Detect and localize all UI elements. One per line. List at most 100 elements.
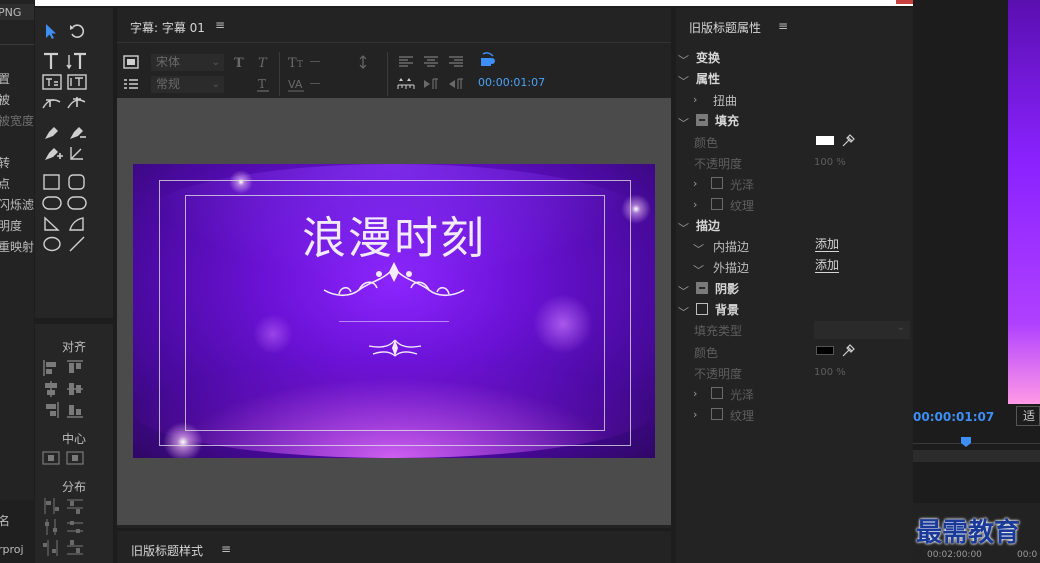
- chevron-down-icon[interactable]: ﹀: [678, 283, 689, 299]
- fit-select[interactable]: 适: [1016, 406, 1040, 426]
- distort-item[interactable]: 扭曲: [713, 92, 737, 109]
- pen-tool-icon[interactable]: [40, 123, 64, 141]
- background-section[interactable]: 背景: [715, 301, 739, 318]
- vertical-path-type-tool-icon[interactable]: [65, 94, 89, 112]
- playhead-marker[interactable]: [961, 437, 971, 447]
- fill-type-select[interactable]: ⌄: [814, 321, 910, 339]
- sheen-checkbox[interactable]: [711, 177, 723, 189]
- shadow-checkbox[interactable]: [696, 282, 708, 294]
- fill-section[interactable]: 填充: [715, 112, 739, 129]
- line-tool-icon[interactable]: [65, 235, 89, 253]
- outer-stroke-add-link[interactable]: 添加: [815, 259, 840, 273]
- bg-sheen-checkbox[interactable]: [711, 387, 723, 399]
- eyedropper-icon[interactable]: [841, 344, 855, 358]
- delete-anchor-tool-icon[interactable]: [65, 123, 89, 141]
- distribute-top-icon[interactable]: [66, 497, 84, 515]
- italic-icon[interactable]: T: [254, 54, 272, 71]
- chevron-down-icon[interactable]: ﹀: [693, 241, 704, 257]
- chevron-down-icon[interactable]: ﹀: [678, 220, 689, 236]
- fill-checkbox[interactable]: [696, 114, 708, 126]
- roll-crawl-options-icon[interactable]: [122, 76, 140, 92]
- ellipse-tool-icon[interactable]: [40, 235, 64, 253]
- clipped-corner-rectangle-tool-icon[interactable]: [40, 194, 64, 212]
- align-horizontal-center-icon[interactable]: [42, 380, 60, 398]
- distribute-left-icon[interactable]: [42, 497, 60, 515]
- fill-opacity-value[interactable]: 100 %: [814, 157, 846, 168]
- font-style-select[interactable]: 常规 ⌄: [151, 76, 224, 93]
- align-right-text-icon[interactable]: [447, 54, 465, 70]
- underline-icon[interactable]: T: [254, 76, 272, 92]
- eyedropper-icon[interactable]: [841, 134, 855, 148]
- properties-section[interactable]: 属性: [696, 70, 720, 87]
- inner-stroke-label[interactable]: 内描边: [713, 238, 749, 255]
- kerning-icon[interactable]: VA: [287, 76, 305, 92]
- chevron-right-icon[interactable]: ›: [693, 408, 697, 421]
- chevron-right-icon[interactable]: ›: [693, 198, 697, 211]
- distribute-right-icon[interactable]: [42, 539, 60, 557]
- wedge-tool-icon[interactable]: [40, 215, 64, 233]
- paragraph-left-icon[interactable]: [422, 76, 440, 92]
- strokes-section[interactable]: 描边: [696, 217, 720, 234]
- convert-anchor-tool-icon[interactable]: [65, 144, 89, 162]
- title-preview-stage[interactable]: 浪漫时刻: [133, 164, 655, 458]
- rounded-rectangle-tool-icon[interactable]: [65, 173, 89, 191]
- inner-stroke-add-link[interactable]: 添加: [815, 238, 840, 252]
- properties-panel-menu-icon[interactable]: ≡: [778, 19, 788, 33]
- arc-tool-icon[interactable]: [65, 215, 89, 233]
- chevron-down-icon[interactable]: ﹀: [693, 262, 704, 278]
- chevron-right-icon[interactable]: ›: [693, 177, 697, 190]
- background-checkbox[interactable]: [696, 303, 708, 315]
- area-type-tool-icon[interactable]: [40, 73, 64, 91]
- font-family-select[interactable]: 宋体 ⌄: [151, 54, 224, 71]
- align-vertical-center-icon[interactable]: [66, 380, 84, 398]
- rounded-corner-tool-icon[interactable]: [65, 194, 89, 212]
- selection-tool-icon[interactable]: [40, 22, 64, 40]
- bold-icon[interactable]: T: [231, 54, 249, 71]
- styles-panel-menu-icon[interactable]: ≡: [221, 542, 231, 556]
- chevron-right-icon[interactable]: ›: [693, 93, 697, 106]
- align-bottom-icon[interactable]: [66, 401, 84, 419]
- align-center-text-icon[interactable]: [422, 54, 440, 70]
- background-video-timecode[interactable]: 00:00:01:07: [478, 76, 545, 89]
- bg-opacity-value[interactable]: 100 %: [814, 367, 846, 378]
- title-tab-label[interactable]: 字幕: 字幕 01: [130, 19, 205, 36]
- align-left-icon[interactable]: [42, 359, 60, 377]
- tab-stops-icon[interactable]: [397, 76, 415, 92]
- show-background-video-icon[interactable]: [479, 52, 497, 68]
- title-text[interactable]: 浪漫时刻: [133, 202, 655, 266]
- new-title-icon[interactable]: [122, 54, 140, 70]
- chevron-down-icon[interactable]: ﹀: [678, 52, 689, 68]
- type-tool-icon[interactable]: [40, 52, 64, 70]
- align-top-icon[interactable]: [66, 359, 84, 377]
- vertical-type-tool-icon[interactable]: [65, 52, 89, 70]
- vertical-area-type-tool-icon[interactable]: [65, 73, 89, 91]
- paragraph-right-icon[interactable]: [447, 76, 465, 92]
- center-horizontal-icon[interactable]: [42, 449, 60, 467]
- chevron-right-icon[interactable]: ›: [693, 387, 697, 400]
- align-right-icon[interactable]: [42, 401, 60, 419]
- properties-panel-title[interactable]: 旧版标题属性: [689, 19, 761, 36]
- close-indicator[interactable]: [896, 0, 913, 4]
- add-anchor-tool-icon[interactable]: [40, 144, 64, 162]
- styles-panel-title[interactable]: 旧版标题样式: [131, 542, 203, 559]
- align-left-text-icon[interactable]: [397, 54, 415, 70]
- fill-color-swatch[interactable]: [816, 136, 834, 145]
- path-type-tool-icon[interactable]: [40, 94, 64, 112]
- leading-icon[interactable]: [354, 54, 372, 70]
- distribute-middle-icon[interactable]: [66, 518, 84, 536]
- program-timecode[interactable]: 00:00:01:07: [913, 410, 1003, 424]
- bg-color-swatch[interactable]: [816, 346, 834, 355]
- texture-checkbox[interactable]: [711, 198, 723, 210]
- center-vertical-icon[interactable]: [66, 449, 84, 467]
- zoom-scroll-bar[interactable]: [913, 450, 1040, 462]
- chevron-down-icon[interactable]: ﹀: [678, 73, 689, 89]
- shadow-section[interactable]: 阴影: [715, 280, 739, 297]
- chevron-down-icon[interactable]: ﹀: [678, 304, 689, 320]
- bg-texture-checkbox[interactable]: [711, 408, 723, 420]
- title-canvas-area[interactable]: 浪漫时刻: [117, 98, 671, 525]
- rectangle-tool-icon[interactable]: [40, 173, 64, 191]
- font-size-icon[interactable]: TT: [287, 54, 305, 71]
- distribute-center-icon[interactable]: [42, 518, 60, 536]
- panel-menu-icon[interactable]: ≡: [215, 18, 225, 32]
- outer-stroke-label[interactable]: 外描边: [713, 259, 749, 276]
